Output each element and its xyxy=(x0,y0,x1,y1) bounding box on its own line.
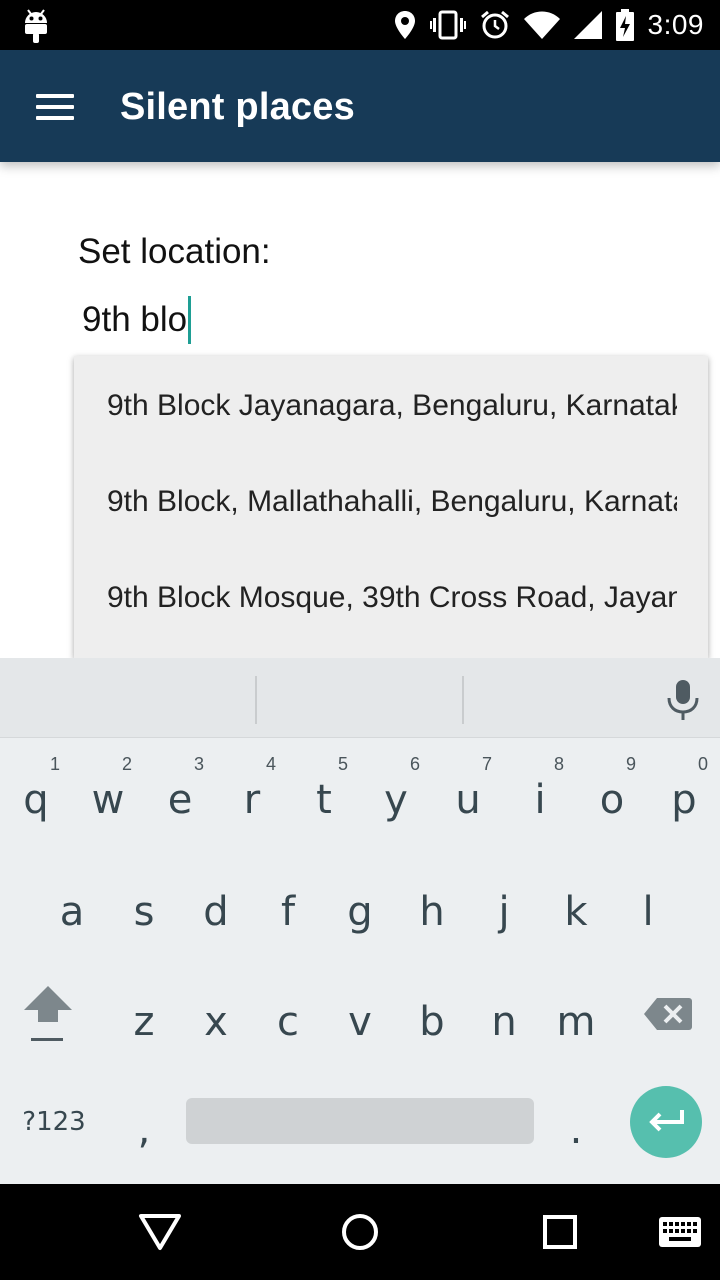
symbols-key[interactable]: ?123 xyxy=(18,1072,90,1172)
strip-divider xyxy=(255,676,257,724)
key-w[interactable]: 2w xyxy=(72,742,144,842)
key-t[interactable]: 5t xyxy=(288,742,360,842)
key-j[interactable]: j xyxy=(468,854,540,954)
key-f[interactable]: f xyxy=(252,854,324,954)
key-d[interactable]: d xyxy=(180,854,252,954)
suggestion-item[interactable]: 9th Block Jayanagara, Bengaluru, Karnata… xyxy=(107,358,677,454)
key-l[interactable]: l xyxy=(612,854,684,954)
key-c[interactable]: c xyxy=(252,964,324,1064)
comma-key[interactable]: , xyxy=(108,1072,180,1172)
location-input-value: 9th blo xyxy=(82,300,188,339)
keyboard-switch-icon[interactable] xyxy=(658,1216,702,1253)
key-h[interactable]: h xyxy=(396,854,468,954)
app-bar: Silent places xyxy=(0,50,720,162)
location-icon xyxy=(394,10,416,40)
key-k[interactable]: k xyxy=(540,854,612,954)
keyboard-suggestion-strip xyxy=(0,658,720,738)
enter-icon[interactable] xyxy=(630,1086,702,1158)
key-a[interactable]: a xyxy=(36,854,108,954)
key-u[interactable]: 7u xyxy=(432,742,504,842)
space-bar[interactable] xyxy=(186,1098,534,1144)
text-caret xyxy=(188,296,192,344)
page-title: Silent places xyxy=(120,86,355,128)
signal-icon xyxy=(573,11,602,39)
key-q[interactable]: 1q xyxy=(0,742,72,842)
status-time: 3:09 xyxy=(647,9,704,40)
key-n[interactable]: n xyxy=(468,964,540,1064)
microphone-icon[interactable] xyxy=(664,678,702,727)
key-m[interactable]: m xyxy=(540,964,612,1064)
suggestion-item[interactable]: 9th Block Mosque, 39th Cross Road, Jayan… xyxy=(107,550,677,646)
key-g[interactable]: g xyxy=(324,854,396,954)
key-z[interactable]: z xyxy=(108,964,180,1064)
vibrate-icon xyxy=(429,10,466,40)
wifi-icon xyxy=(523,11,560,39)
key-i[interactable]: 8i xyxy=(504,742,576,842)
backspace-icon[interactable] xyxy=(632,964,704,1064)
battery-charging-icon xyxy=(615,9,634,41)
soft-keyboard: 1q 2w 3e 4r 5t 6y 7u 8i 9o 0p a s d f g … xyxy=(0,658,720,1184)
key-o[interactable]: 9o xyxy=(576,742,648,842)
android-icon xyxy=(22,9,50,43)
key-x[interactable]: x xyxy=(180,964,252,1064)
navigation-bar xyxy=(0,1184,720,1280)
location-input[interactable]: 9th blo xyxy=(82,296,192,344)
key-b[interactable]: b xyxy=(396,964,468,1064)
key-p[interactable]: 0p xyxy=(648,742,720,842)
alarm-icon xyxy=(480,10,510,40)
set-location-label: Set location: xyxy=(78,232,271,271)
hamburger-menu-icon[interactable] xyxy=(36,94,76,120)
recents-icon[interactable] xyxy=(542,1212,578,1257)
key-s[interactable]: s xyxy=(108,854,180,954)
back-icon[interactable] xyxy=(138,1212,182,1257)
status-bar: 3:09 xyxy=(0,0,720,50)
shift-icon[interactable] xyxy=(12,964,84,1064)
key-e[interactable]: 3e xyxy=(144,742,216,842)
key-v[interactable]: v xyxy=(324,964,396,1064)
period-key[interactable]: . xyxy=(540,1072,612,1172)
key-r[interactable]: 4r xyxy=(216,742,288,842)
key-y[interactable]: 6y xyxy=(360,742,432,842)
suggestion-item[interactable]: 9th Block, Mallathahalli, Bengaluru, Kar… xyxy=(107,454,677,550)
strip-divider xyxy=(462,676,464,724)
autocomplete-dropdown: 9th Block Jayanagara, Bengaluru, Karnata… xyxy=(74,356,708,658)
home-icon[interactable] xyxy=(340,1212,380,1257)
